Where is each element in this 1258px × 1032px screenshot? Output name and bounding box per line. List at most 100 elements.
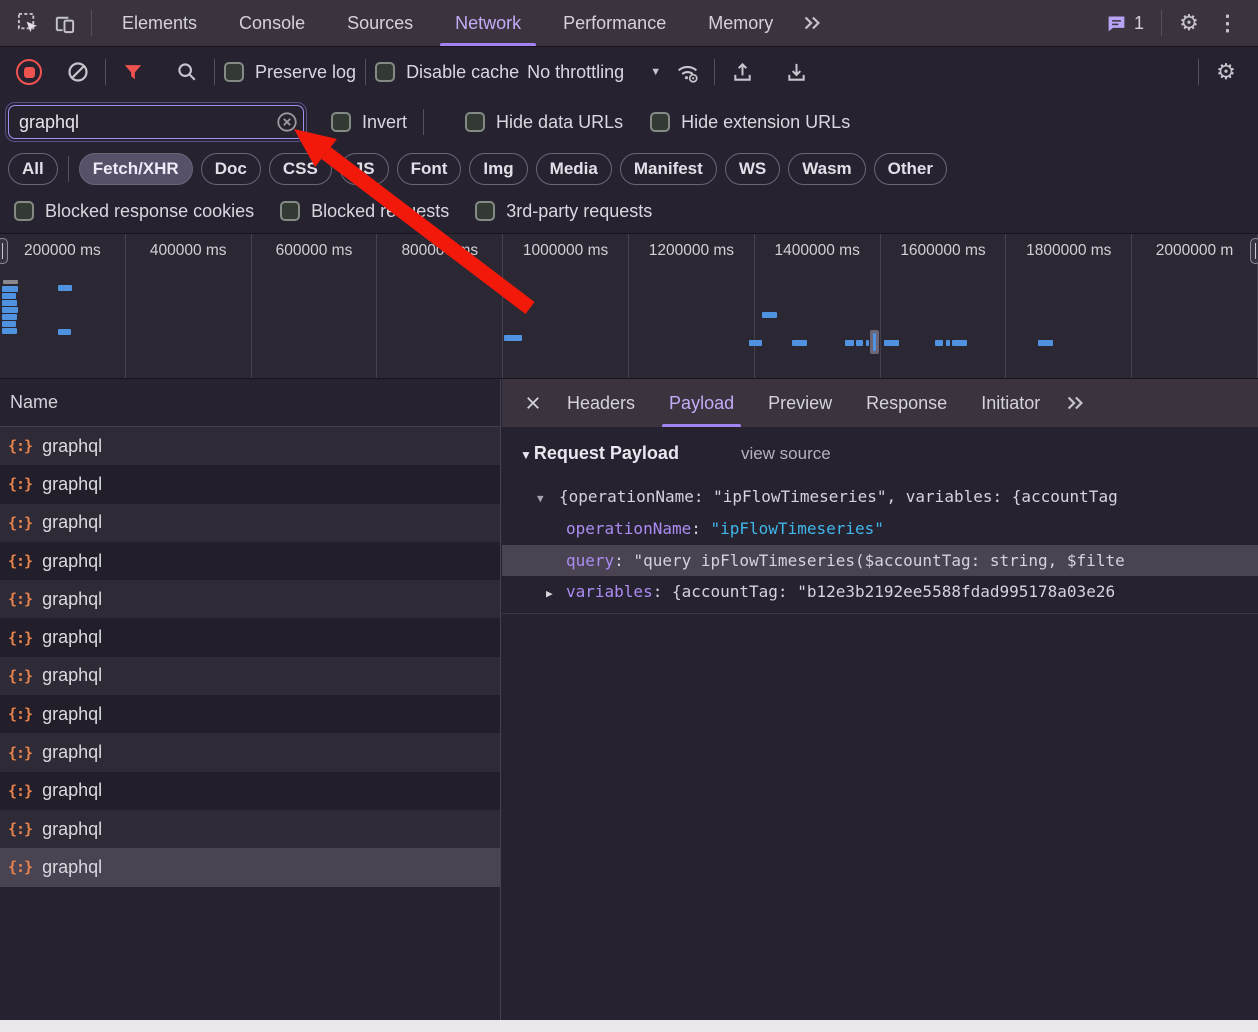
toolbar-right-group: ⚙ bbox=[1189, 54, 1258, 90]
request-timing-bar bbox=[2, 300, 17, 306]
preserve-log-checkbox[interactable] bbox=[224, 62, 244, 82]
detail-tab[interactable]: Response bbox=[849, 379, 964, 427]
request-row[interactable]: graphql bbox=[0, 733, 500, 771]
request-row[interactable]: graphql bbox=[0, 695, 500, 733]
request-row[interactable]: graphql bbox=[0, 848, 500, 886]
type-chip[interactable]: Font bbox=[397, 153, 462, 185]
request-row[interactable]: graphql bbox=[0, 542, 500, 580]
import-har-icon[interactable] bbox=[724, 54, 760, 90]
request-timing-bar bbox=[873, 333, 876, 351]
type-chip[interactable]: Img bbox=[469, 153, 527, 185]
request-timing-bar bbox=[2, 307, 18, 313]
request-row[interactable]: graphql bbox=[0, 772, 500, 810]
expand-triangle-icon[interactable]: ▼ bbox=[537, 483, 559, 513]
more-tabs-chevron-icon[interactable] bbox=[794, 5, 830, 41]
request-row[interactable]: graphql bbox=[0, 810, 500, 848]
timeline-sections: 200000 ms400000 ms600000 ms800000 ms1000… bbox=[0, 234, 1258, 378]
disable-cache-checkbox[interactable] bbox=[375, 62, 395, 82]
more-detail-tabs-chevron-icon[interactable] bbox=[1057, 385, 1093, 421]
throttling-value: No throttling bbox=[527, 62, 624, 83]
network-overview-timeline[interactable]: 200000 ms400000 ms600000 ms800000 ms1000… bbox=[0, 233, 1258, 379]
invert-checkbox[interactable] bbox=[331, 112, 351, 132]
timeline-tick-label: 600000 ms bbox=[276, 242, 353, 259]
settings-gear-icon[interactable]: ⚙ bbox=[1171, 5, 1207, 41]
request-row[interactable]: graphql bbox=[0, 580, 500, 618]
network-settings-gear-icon[interactable]: ⚙ bbox=[1208, 54, 1244, 90]
request-row[interactable]: graphql bbox=[0, 427, 500, 465]
network-toolbar: Preserve log Disable cache No throttling… bbox=[0, 47, 1258, 97]
request-name: graphql bbox=[42, 819, 102, 840]
type-chip[interactable]: Wasm bbox=[788, 153, 865, 185]
type-chip[interactable]: Media bbox=[536, 153, 612, 185]
request-name: graphql bbox=[42, 474, 102, 495]
close-icon[interactable] bbox=[516, 386, 550, 420]
type-chip[interactable]: WS bbox=[725, 153, 780, 185]
timeline-section: 800000 ms bbox=[377, 234, 503, 378]
throttling-dropdown[interactable]: No throttling ▼ bbox=[519, 62, 669, 83]
blocked-filter-checkbox[interactable] bbox=[14, 201, 34, 221]
type-chip[interactable]: Fetch/XHR bbox=[79, 153, 193, 185]
request-name: graphql bbox=[42, 742, 102, 763]
expand-triangle-icon[interactable]: ▶ bbox=[546, 578, 566, 608]
payload-value: "query ipFlowTimeseries($accountTag: str… bbox=[633, 551, 1124, 570]
blocked-filter-checkbox[interactable] bbox=[280, 201, 300, 221]
detail-tab[interactable]: Payload bbox=[652, 379, 751, 427]
payload-key: variables bbox=[566, 582, 653, 601]
timeline-tick-label: 200000 ms bbox=[24, 242, 101, 259]
search-icon[interactable] bbox=[169, 54, 205, 90]
name-column-header[interactable]: Name bbox=[0, 379, 500, 427]
type-chip[interactable]: JS bbox=[340, 153, 389, 185]
clear-filter-icon[interactable] bbox=[276, 111, 298, 133]
filter-funnel-icon[interactable] bbox=[115, 54, 151, 90]
json-braces-icon bbox=[8, 782, 32, 800]
panel-tab[interactable]: Memory bbox=[687, 0, 794, 46]
clear-network-log-icon[interactable] bbox=[60, 54, 96, 90]
timeline-tick-label: 1600000 ms bbox=[900, 242, 985, 259]
issues-badge[interactable]: 1 bbox=[1098, 13, 1152, 34]
more-options-icon[interactable]: ⋮ bbox=[1207, 13, 1248, 34]
request-row[interactable]: graphql bbox=[0, 504, 500, 542]
json-braces-icon bbox=[8, 514, 32, 532]
request-row[interactable]: graphql bbox=[0, 465, 500, 503]
hide-data-urls-checkbox[interactable] bbox=[465, 112, 485, 132]
chip-all[interactable]: All bbox=[8, 153, 58, 185]
type-chip[interactable]: CSS bbox=[269, 153, 332, 185]
timeline-section: 1000000 ms bbox=[503, 234, 629, 378]
export-har-icon[interactable] bbox=[778, 54, 814, 90]
payload-preview-line[interactable]: ▼{operationName: "ipFlowTimeseries", var… bbox=[502, 481, 1258, 513]
device-toolbar-icon[interactable] bbox=[46, 5, 82, 41]
view-source-link[interactable]: view source bbox=[741, 444, 831, 464]
request-row[interactable]: graphql bbox=[0, 657, 500, 695]
request-timing-bar bbox=[2, 293, 16, 299]
payload-row[interactable]: operationName: "ipFlowTimeseries" bbox=[502, 513, 1258, 545]
detail-tab[interactable]: Preview bbox=[751, 379, 849, 427]
inspect-element-icon[interactable] bbox=[10, 5, 46, 41]
divider bbox=[1161, 10, 1162, 36]
preserve-log-control: Preserve log bbox=[224, 62, 356, 83]
timeline-right-handle[interactable] bbox=[1250, 238, 1258, 264]
record-network-log-icon[interactable] bbox=[16, 59, 42, 85]
panel-tab[interactable]: Console bbox=[218, 0, 326, 46]
payload-row[interactable]: query: "query ipFlowTimeseries($accountT… bbox=[502, 545, 1258, 577]
timeline-section: 200000 ms bbox=[0, 234, 126, 378]
type-chip[interactable]: Doc bbox=[201, 153, 261, 185]
request-timing-bar bbox=[762, 312, 777, 318]
timeline-left-handle[interactable] bbox=[0, 238, 8, 264]
request-row[interactable]: graphql bbox=[0, 618, 500, 656]
type-chip[interactable]: Other bbox=[874, 153, 947, 185]
blocked-filter-checkbox[interactable] bbox=[475, 201, 495, 221]
panel-tab[interactable]: Network bbox=[434, 0, 542, 46]
filter-input[interactable] bbox=[8, 105, 304, 139]
divider bbox=[423, 109, 424, 135]
hide-extension-urls-checkbox[interactable] bbox=[650, 112, 670, 132]
detail-tab[interactable]: Initiator bbox=[964, 379, 1057, 427]
payload-row[interactable]: ▶variables: {accountTag: "b12e3b2192ee55… bbox=[502, 576, 1258, 608]
panel-tab[interactable]: Sources bbox=[326, 0, 434, 46]
network-conditions-icon[interactable] bbox=[669, 54, 705, 90]
type-chip[interactable]: Manifest bbox=[620, 153, 717, 185]
detail-tab[interactable]: Headers bbox=[550, 379, 652, 427]
panel-tab[interactable]: Performance bbox=[542, 0, 687, 46]
collapse-triangle-icon[interactable]: ▼ bbox=[520, 448, 532, 462]
request-payload-header: ▼ Request Payload view source bbox=[502, 443, 1258, 464]
panel-tab[interactable]: Elements bbox=[101, 0, 218, 46]
